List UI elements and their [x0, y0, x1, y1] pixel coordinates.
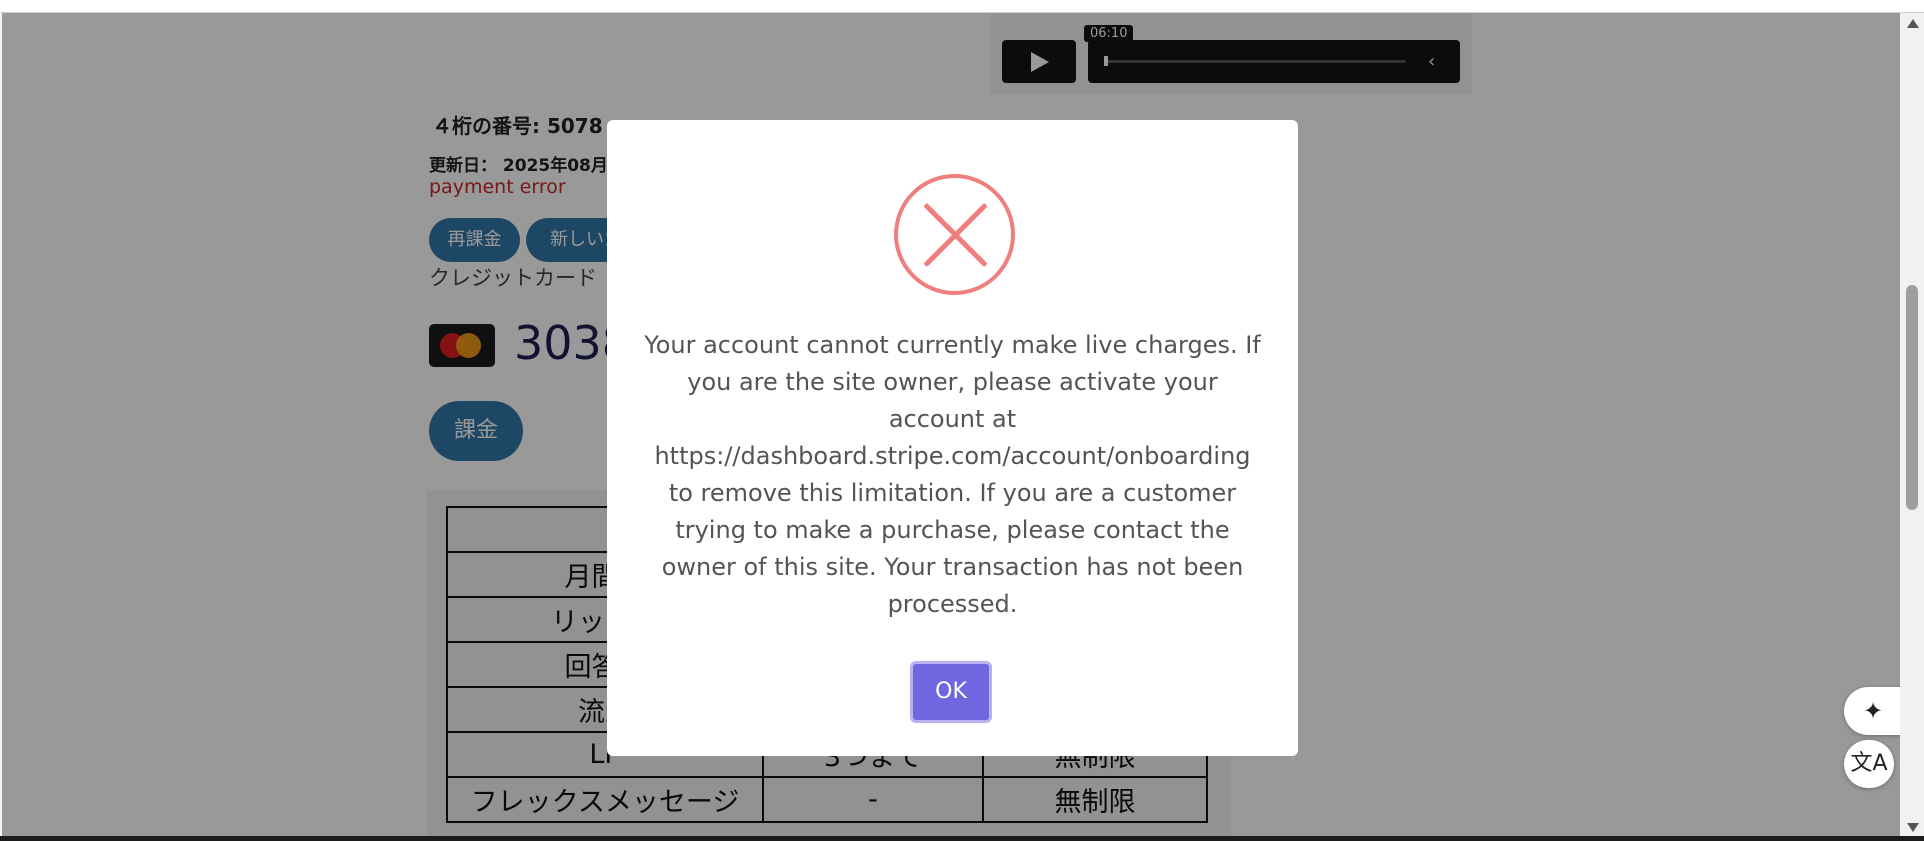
translate-icon[interactable]: 文A — [1844, 740, 1894, 788]
scrollbar-thumb[interactable] — [1906, 285, 1918, 510]
sparkle-icon[interactable]: ✦ — [1844, 687, 1900, 735]
vertical-scrollbar[interactable] — [1900, 13, 1924, 836]
bottom-edge — [0, 836, 1924, 841]
error-message: Your account cannot currently make live … — [644, 331, 1261, 618]
page-content: ‹ 06:10 ４桁の番号: 5078 更新日： 2025年08月 paymen… — [2, 13, 1900, 836]
top-border — [0, 0, 1924, 13]
ok-button[interactable]: OK — [910, 661, 992, 723]
error-dialog: Your account cannot currently make live … — [607, 120, 1298, 756]
error-x-icon — [894, 174, 1015, 295]
scroll-down-arrow-icon[interactable] — [1907, 823, 1919, 832]
scroll-up-arrow-icon[interactable] — [1907, 19, 1919, 28]
